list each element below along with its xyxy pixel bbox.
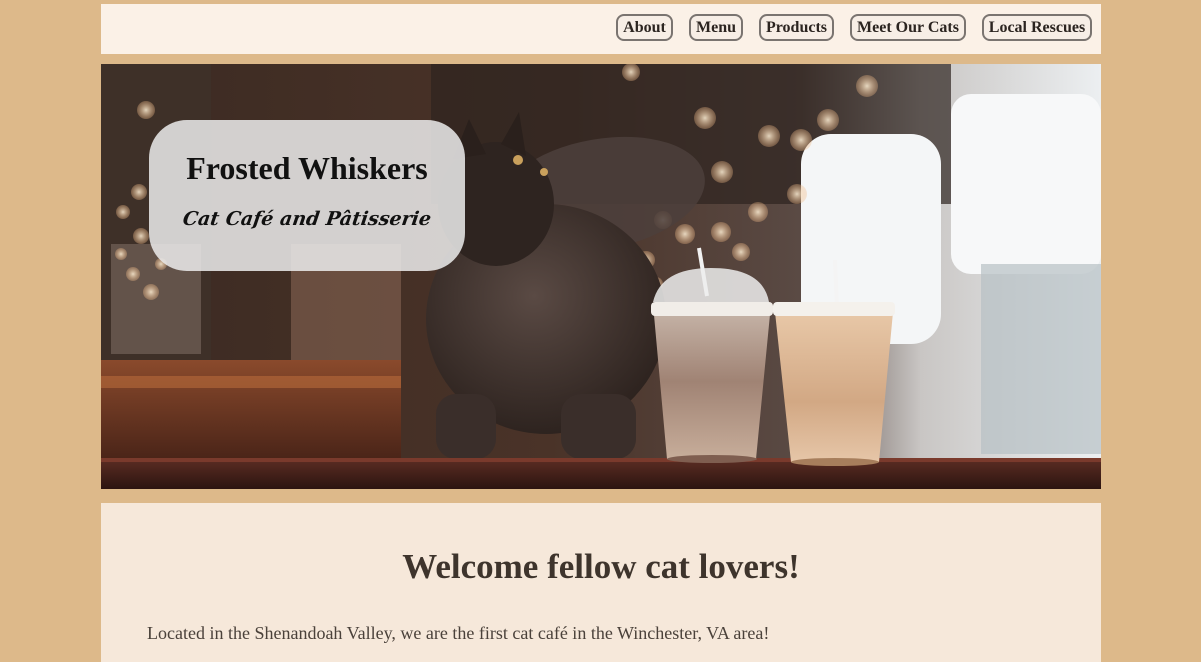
nav-products-button[interactable]: Products <box>759 14 834 41</box>
brand-name: Frosted Whiskers <box>186 150 428 186</box>
welcome-section: Welcome fellow cat lovers! Located in th… <box>101 503 1101 662</box>
welcome-heading: Welcome fellow cat lovers! <box>402 547 800 586</box>
nav-meet-our-cats-button[interactable]: Meet Our Cats <box>850 14 966 41</box>
top-nav: About Menu Products Meet Our Cats Local … <box>101 4 1101 54</box>
welcome-paragraph: Located in the Shenandoah Valley, we are… <box>147 623 770 643</box>
brand-tagline: Cat Café and Pâtisserie <box>181 208 433 230</box>
nav-about-button[interactable]: About <box>616 14 673 41</box>
brand-card: Frosted Whiskers Cat Café and Pâtisserie <box>149 120 465 271</box>
nav-local-rescues-button[interactable]: Local Rescues <box>982 14 1092 41</box>
hero-banner: Frosted Whiskers Cat Café and Pâtisserie <box>101 64 1101 489</box>
iced-mocha-cup <box>651 247 773 463</box>
nav-menu-button[interactable]: Menu <box>689 14 743 41</box>
